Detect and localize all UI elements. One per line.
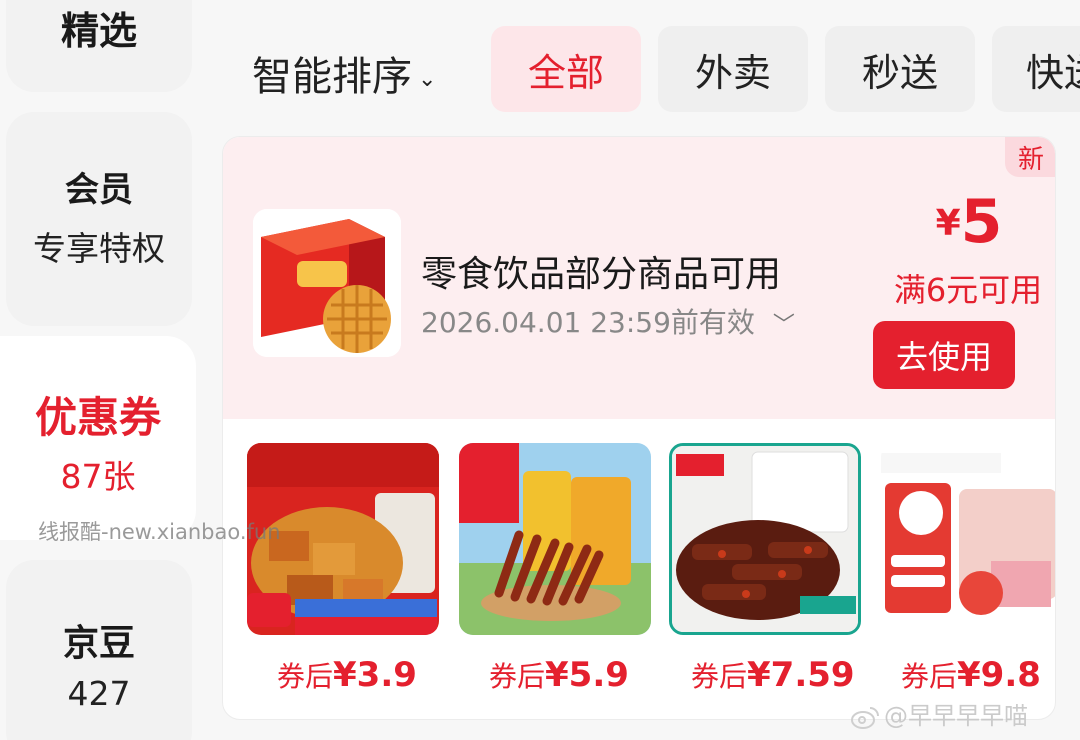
- product-image-3[interactable]: [669, 443, 861, 635]
- sidebar-item-membership[interactable]: 会员 专享特权: [6, 112, 192, 326]
- sidebar-item-label: 优惠券: [34, 393, 161, 442]
- amount-value: 5: [960, 187, 1003, 257]
- product-price-4: 券后¥9.8: [901, 655, 1041, 695]
- coupon-card: 新 零食饮品部分商品可用 2026.04.01 23:59前有效 ﹀ ¥5 满6…: [222, 136, 1056, 720]
- new-badge: 新: [1005, 137, 1055, 177]
- product-price-2: 券后¥5.9: [489, 655, 629, 695]
- sidebar-item-sub: 专享特权: [33, 229, 165, 268]
- product-image-2[interactable]: [459, 443, 651, 635]
- expiry-text: 2026.04.01 23:59前有效: [421, 306, 755, 339]
- sidebar-item-coupons[interactable]: 优惠券 87张: [0, 336, 196, 540]
- tab-delivery[interactable]: 外卖: [658, 26, 808, 112]
- coupon-expiry[interactable]: 2026.04.01 23:59前有效 ﹀: [421, 301, 795, 341]
- sidebar-item-label: 会员: [65, 170, 133, 210]
- weibo-handle: @早早早早喵: [884, 702, 1028, 730]
- sidebar-item-label: 精选: [60, 9, 137, 53]
- sort-label: 智能排序: [252, 54, 412, 100]
- coupon-amount: ¥5: [869, 187, 1055, 257]
- weibo-icon: [851, 707, 879, 729]
- product-price-1: 券后¥3.9: [277, 655, 417, 695]
- coupon-count: 87张: [60, 457, 136, 496]
- coupon-title: 零食饮品部分商品可用: [421, 254, 782, 295]
- tab-express[interactable]: 快送: [992, 26, 1080, 112]
- currency-symbol: ¥: [935, 203, 961, 244]
- weibo-watermark: @早早早早喵: [850, 696, 1028, 731]
- tab-instant[interactable]: 秒送: [825, 26, 975, 112]
- product-price-3: 券后¥7.59: [691, 655, 855, 695]
- coupon-page: 精选 会员 专享特权 优惠券 87张 京豆 427 智能排序 ⌄ 全部 外卖 秒送…: [0, 0, 1080, 740]
- product-image-4[interactable]: [881, 443, 1055, 635]
- site-watermark: 线报酷-new.xianbao.fun: [38, 520, 281, 544]
- sidebar-item-jingdou[interactable]: 京豆 427: [6, 560, 192, 740]
- chevron-down-icon: ⌄: [418, 66, 437, 92]
- coupon-condition: 满6元可用: [893, 271, 1043, 309]
- tab-all[interactable]: 全部: [491, 26, 641, 112]
- use-coupon-button[interactable]: 去使用: [873, 321, 1015, 389]
- snack-box-image: [253, 209, 401, 357]
- sidebar-item-label: 京豆: [62, 623, 135, 664]
- chevron-down-icon: ﹀: [772, 313, 795, 338]
- jingdou-count: 427: [67, 674, 131, 713]
- sidebar-item-featured[interactable]: 精选: [6, 0, 192, 92]
- smart-sort-dropdown[interactable]: 智能排序 ⌄: [252, 44, 436, 102]
- coupon-header: 新 零食饮品部分商品可用 2026.04.01 23:59前有效 ﹀ ¥5 满6…: [223, 137, 1055, 419]
